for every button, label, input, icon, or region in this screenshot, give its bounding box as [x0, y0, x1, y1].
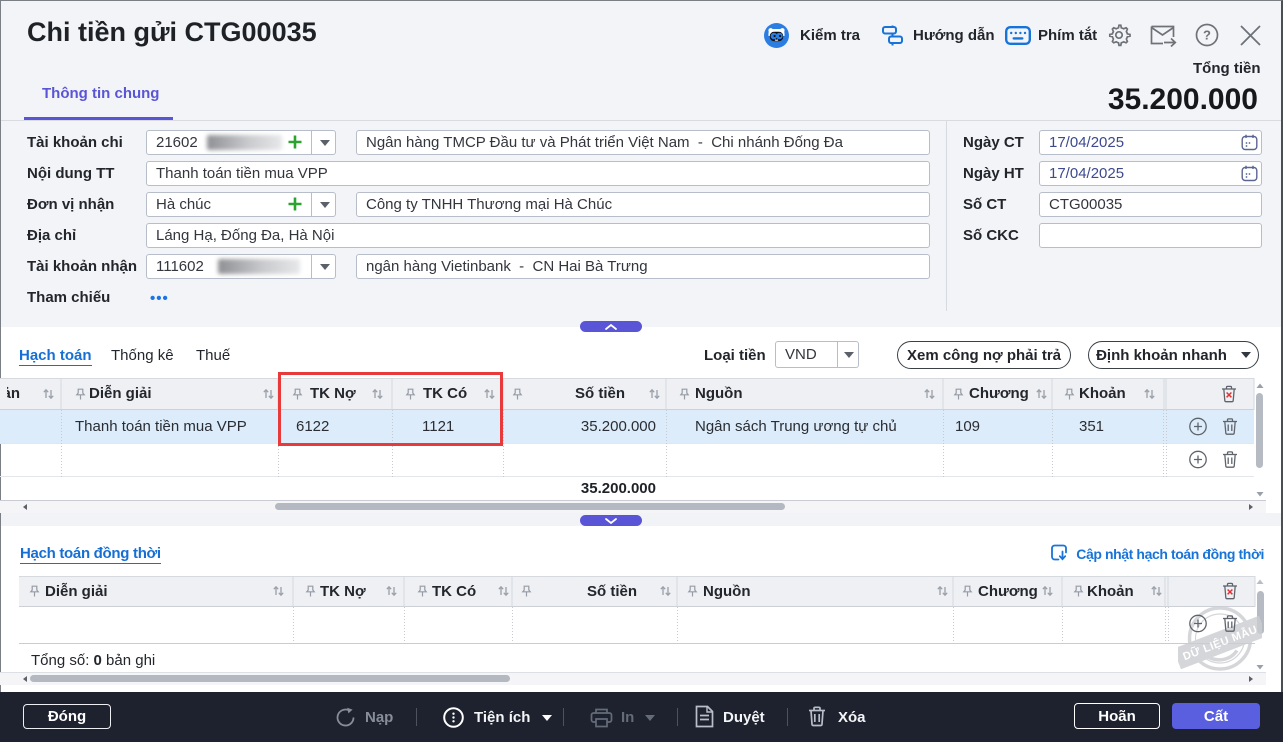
svg-text:?: ?	[1203, 28, 1211, 43]
